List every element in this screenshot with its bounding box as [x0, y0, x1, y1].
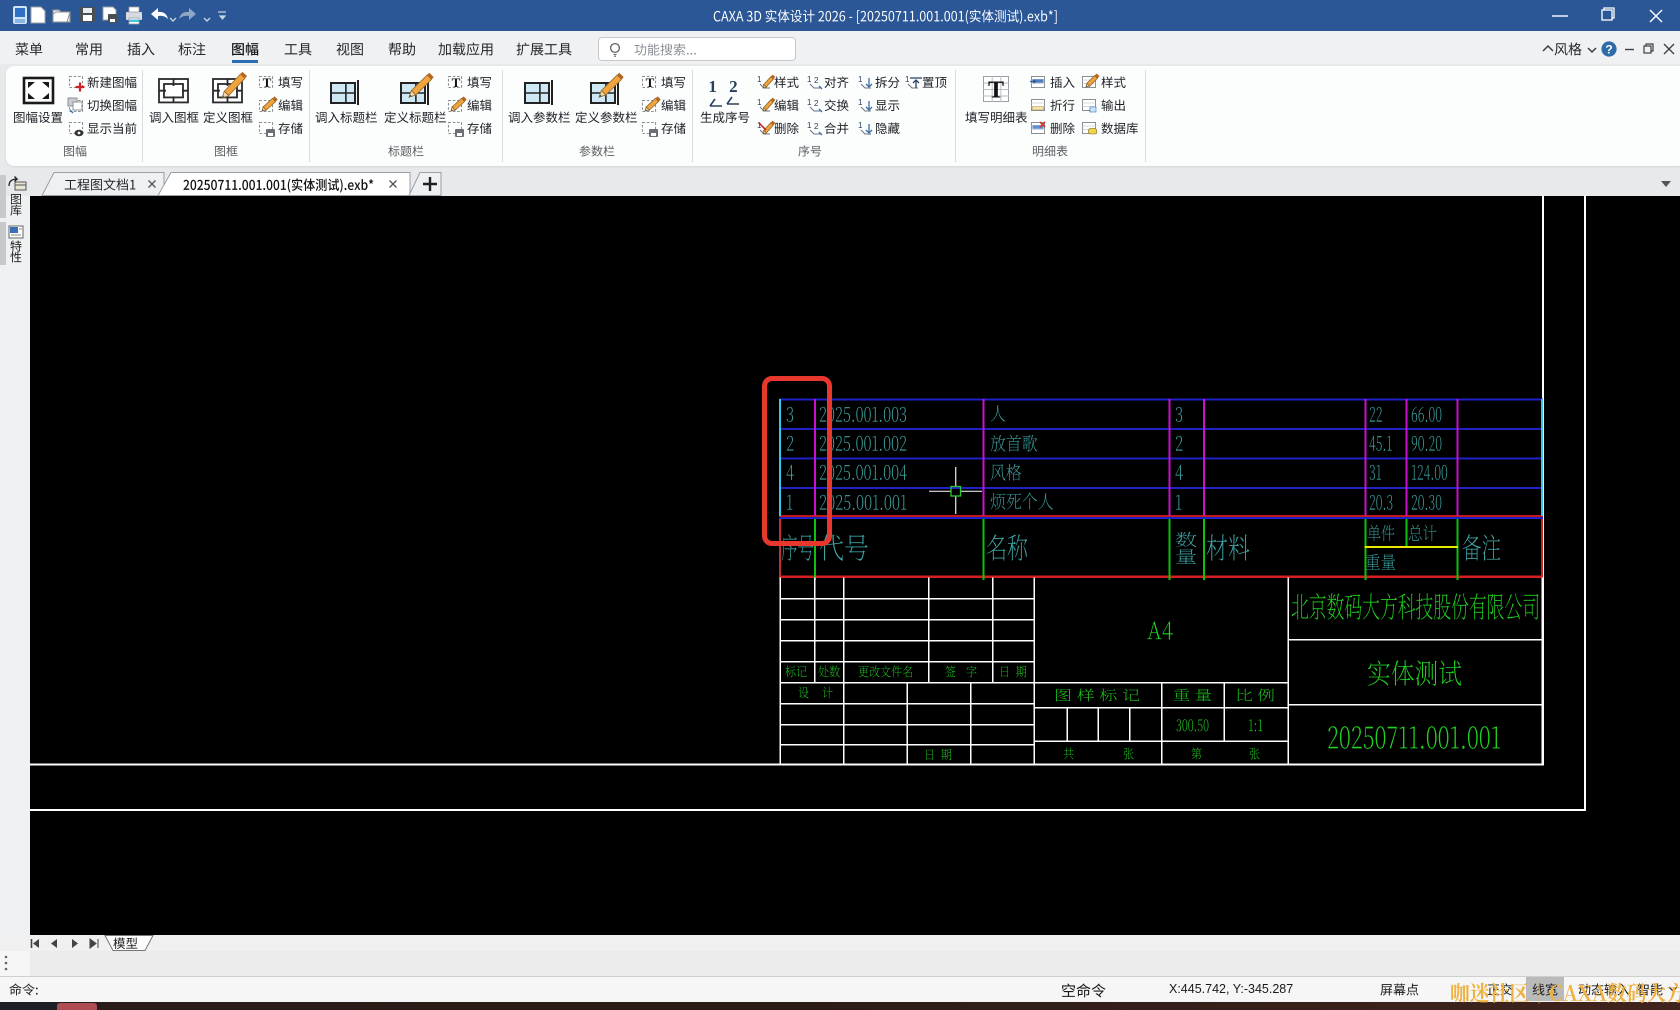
svg-text:1: 1	[757, 98, 762, 107]
svg-text:1: 1	[858, 75, 863, 84]
svg-text:1: 1	[858, 98, 863, 107]
svg-text:1: 1	[858, 121, 863, 130]
svg-text:T: T	[646, 75, 655, 90]
svg-text:1 2: 1 2	[708, 77, 741, 96]
svg-text:?: ?	[1605, 43, 1612, 57]
svg-text:T: T	[263, 75, 272, 90]
svg-text:1: 1	[807, 98, 812, 107]
svg-text:T: T	[988, 78, 1004, 104]
svg-text:T: T	[452, 75, 461, 90]
svg-text:2: 2	[814, 99, 819, 108]
svg-text:1: 1	[905, 75, 910, 84]
svg-text:1: 1	[807, 75, 812, 84]
svg-text:1: 1	[757, 75, 762, 84]
svg-text:2: 2	[814, 76, 819, 85]
svg-text:2: 2	[814, 122, 819, 131]
svg-text:1: 1	[807, 121, 812, 130]
